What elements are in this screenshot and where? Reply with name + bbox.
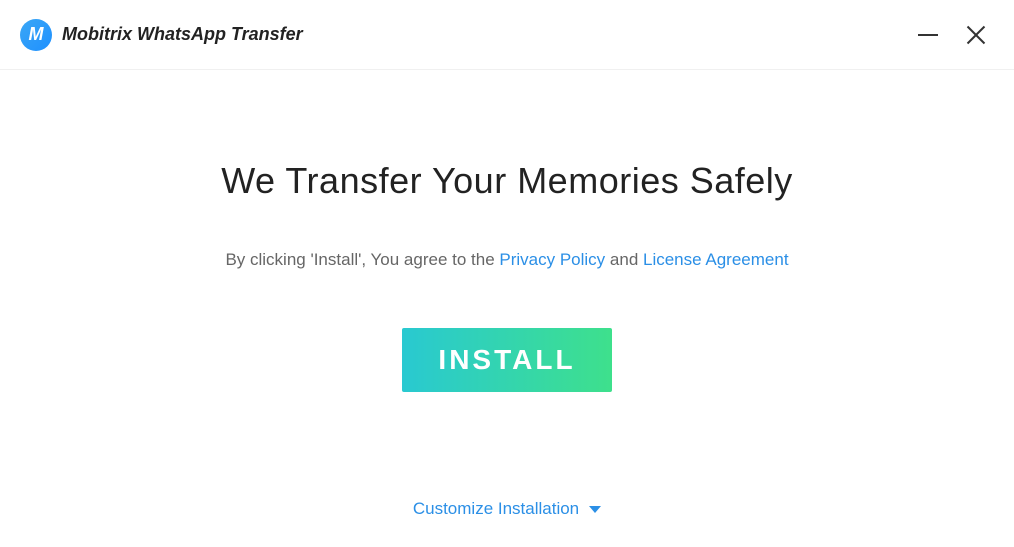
- customize-label: Customize Installation: [413, 499, 579, 519]
- window-controls: [918, 25, 986, 45]
- title-bar: M Mobitrix WhatsApp Transfer: [0, 0, 1014, 70]
- customize-installation-toggle[interactable]: Customize Installation: [0, 499, 1014, 519]
- close-icon: [966, 25, 986, 45]
- main-content: We Transfer Your Memories Safely By clic…: [0, 70, 1014, 392]
- license-agreement-link[interactable]: License Agreement: [643, 250, 789, 269]
- agreement-prefix: By clicking 'Install', You agree to the: [225, 250, 499, 269]
- app-title: Mobitrix WhatsApp Transfer: [62, 24, 303, 45]
- title-left: M Mobitrix WhatsApp Transfer: [20, 19, 303, 51]
- close-button[interactable]: [966, 25, 986, 45]
- chevron-down-icon: [589, 506, 601, 513]
- privacy-policy-link[interactable]: Privacy Policy: [499, 250, 605, 269]
- agreement-mid: and: [605, 250, 643, 269]
- install-button[interactable]: INSTALL: [402, 328, 612, 392]
- app-logo-icon: M: [20, 19, 52, 51]
- agreement-text: By clicking 'Install', You agree to the …: [225, 250, 788, 270]
- headline: We Transfer Your Memories Safely: [221, 160, 793, 202]
- minimize-button[interactable]: [918, 34, 938, 36]
- minimize-icon: [918, 34, 938, 36]
